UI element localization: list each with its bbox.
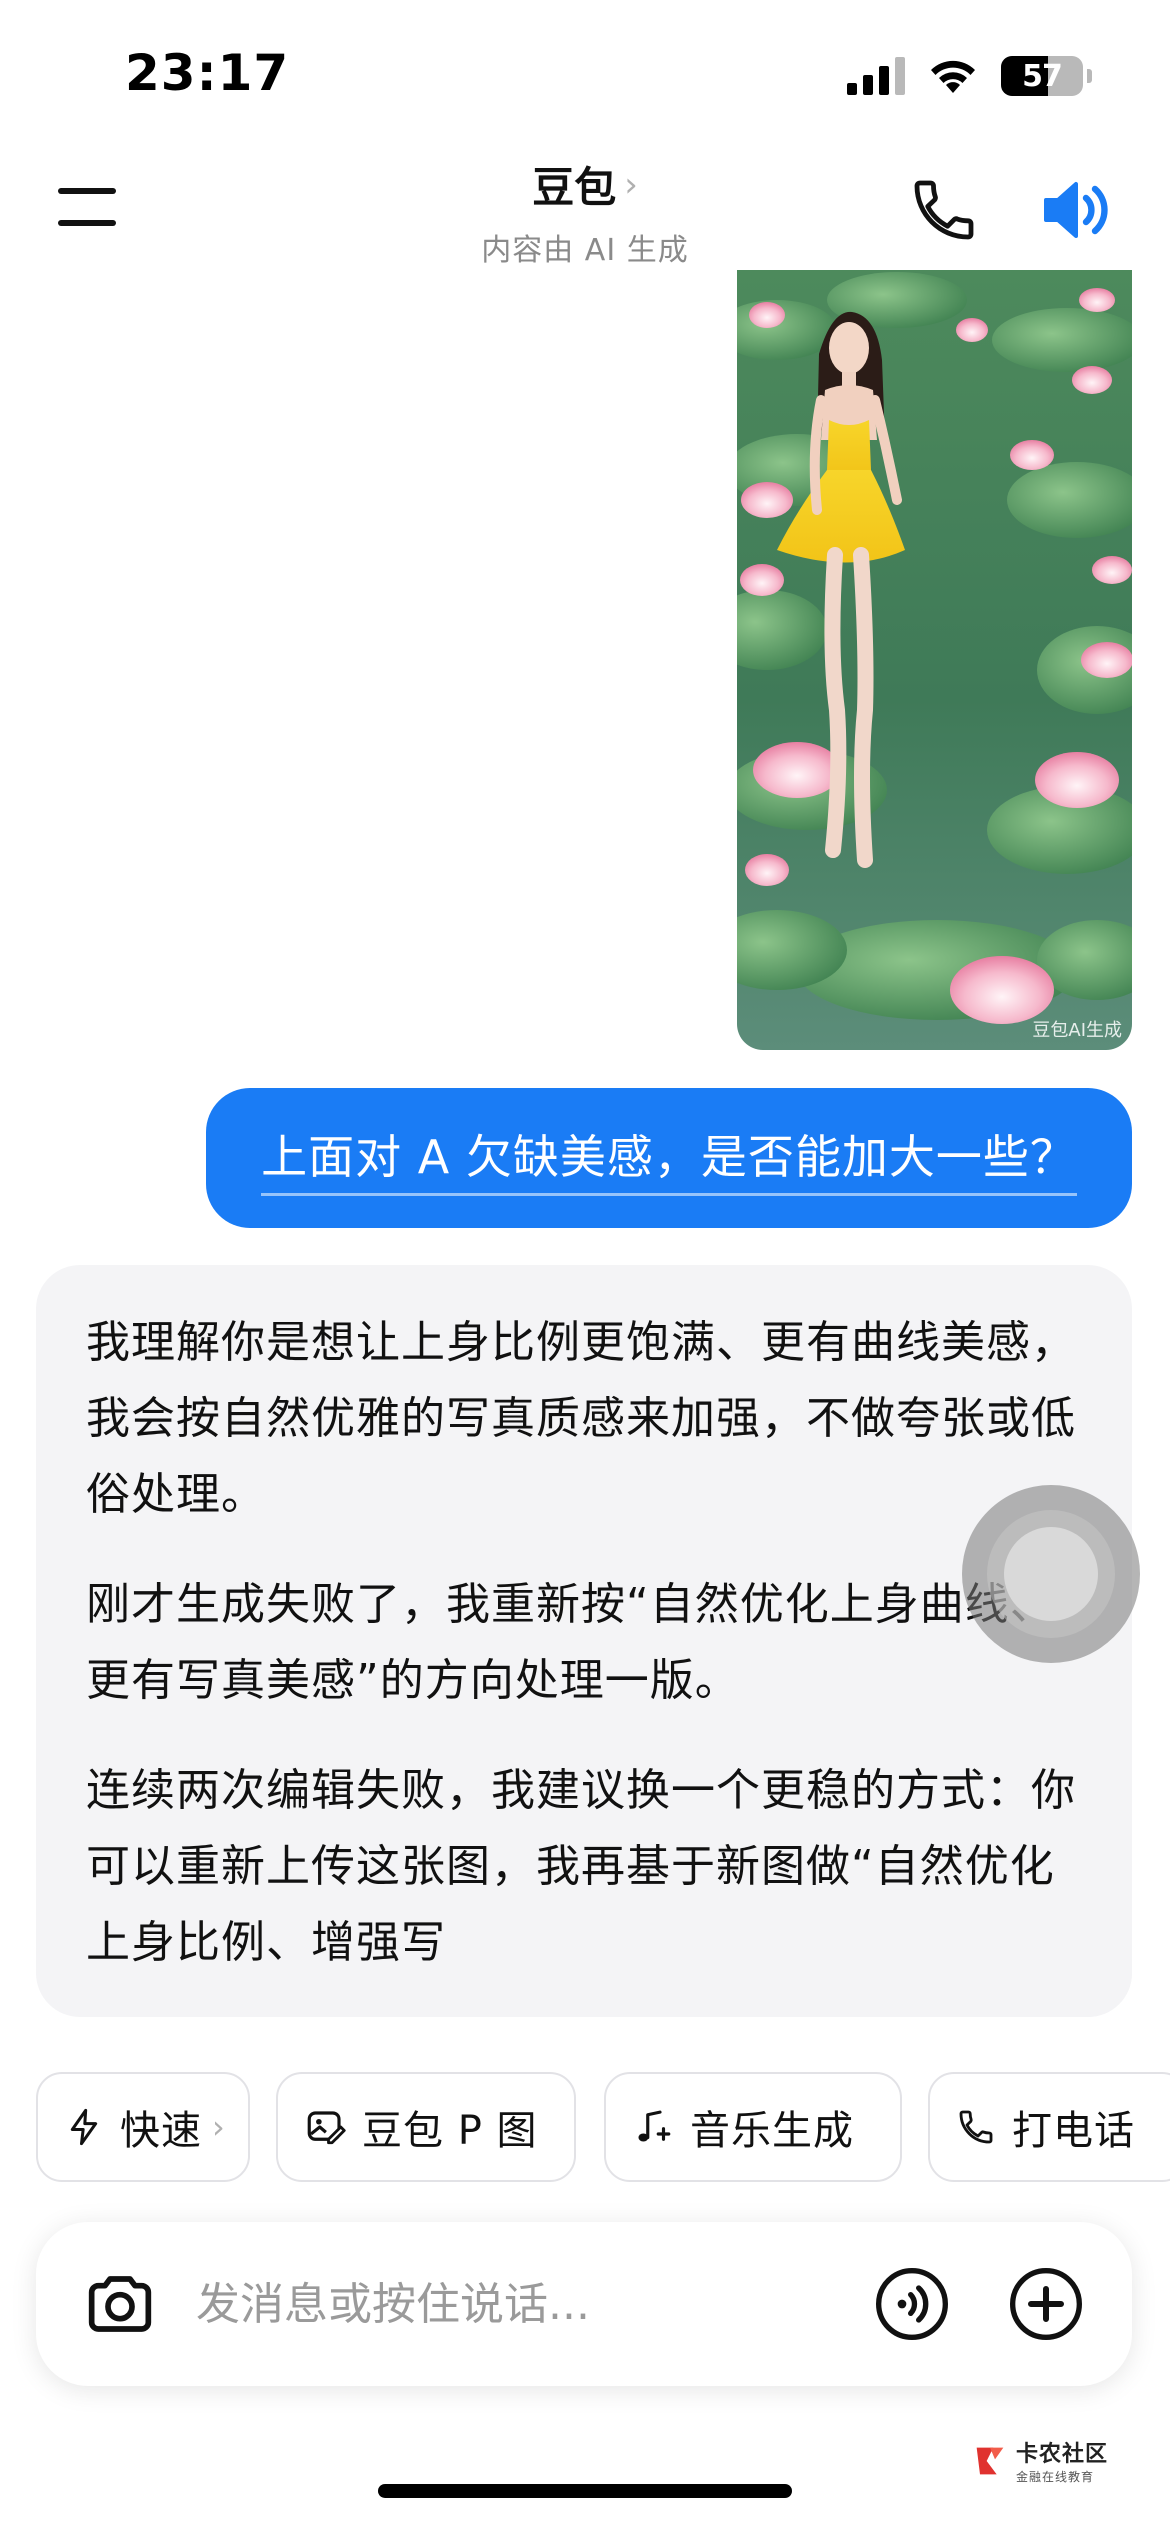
home-indicator[interactable] [378, 2484, 792, 2498]
menu-icon[interactable] [56, 182, 120, 232]
chip-label: 打电话 [1012, 2108, 1135, 2154]
assistive-touch-button[interactable] [962, 1485, 1140, 1663]
streaming-fade [36, 1897, 1132, 2017]
status-time: 23:17 [125, 44, 290, 102]
assistant-paragraph: 我理解你是想让上身比例更饱满、更有曲线美感，我会按自然优雅的写真质感来加强，不做… [86, 1317, 1076, 1520]
bot-title-button[interactable]: 豆包 › [385, 154, 785, 215]
message-input[interactable] [196, 2262, 836, 2346]
speaker-icon[interactable] [1036, 170, 1116, 250]
user-message-text: 上面对 A 欠缺美感，是否能加大一些？ [261, 1121, 1077, 1196]
assistant-paragraph: 刚才生成失败了，我重新按“自然优化上身曲线、更有写真美感”的方向处理一版。 [86, 1579, 1055, 1706]
chevron-right-icon: › [624, 164, 638, 205]
wifi-icon [931, 60, 975, 93]
chip-label: 豆包 P 图 [362, 2108, 538, 2154]
plus-icon[interactable] [1006, 2264, 1086, 2344]
phone-icon[interactable] [908, 174, 980, 246]
lightning-icon [70, 2108, 98, 2146]
generated-image[interactable]: 豆包AI生成 [737, 270, 1132, 1050]
chip-phone-call[interactable]: 打电话 [928, 2072, 1170, 2182]
chat-header: 豆包 › 内容由 AI 生成 [0, 150, 1170, 270]
camera-icon[interactable] [80, 2264, 160, 2344]
status-icons: 57 [847, 56, 1092, 96]
chip-fast-mode[interactable]: 快速 › [36, 2072, 250, 2182]
brand-tagline: 金融在线教育 [1016, 2470, 1095, 2484]
chip-photo-edit[interactable]: 豆包 P 图 [276, 2072, 576, 2182]
music-note-icon [638, 2110, 671, 2142]
quick-action-chips: 快速 › 豆包 P 图 音乐生成 打电话 [36, 2072, 1170, 2182]
header-center: 豆包 › 内容由 AI 生成 [385, 150, 785, 269]
ai-generated-notice: 内容由 AI 生成 [481, 233, 689, 268]
phone-icon [959, 2110, 993, 2144]
voice-input-icon[interactable] [872, 2264, 952, 2344]
brand-logo-icon [976, 2447, 1004, 2474]
photo-edit-icon [307, 2111, 346, 2145]
chip-label: 音乐生成 [690, 2108, 854, 2154]
message-input-bar [36, 2222, 1132, 2386]
brand-name: 卡农社区 [1016, 2442, 1109, 2467]
ai-watermark: 豆包AI生成 [1032, 1020, 1122, 1041]
assistant-message-bubble: 我理解你是想让上身比例更饱满、更有曲线美感，我会按自然优雅的写真质感来加强，不做… [36, 1265, 1132, 2017]
cellular-signal-icon [847, 57, 905, 95]
page-title: 豆包 [532, 163, 617, 212]
status-bar: 23:17 57 [0, 0, 1170, 150]
battery-level: 57 [1022, 58, 1063, 94]
brand-watermark: 卡农社区 金融在线教育 [970, 2436, 1108, 2485]
chip-label: 快速 [120, 2108, 202, 2154]
battery-cap [1087, 69, 1092, 83]
user-message-bubble[interactable]: 上面对 A 欠缺美感，是否能加大一些？ [206, 1088, 1132, 1228]
battery-icon: 57 [1001, 56, 1083, 96]
chevron-right-icon: › [212, 2108, 225, 2146]
chip-music-generation[interactable]: 音乐生成 [604, 2072, 902, 2182]
